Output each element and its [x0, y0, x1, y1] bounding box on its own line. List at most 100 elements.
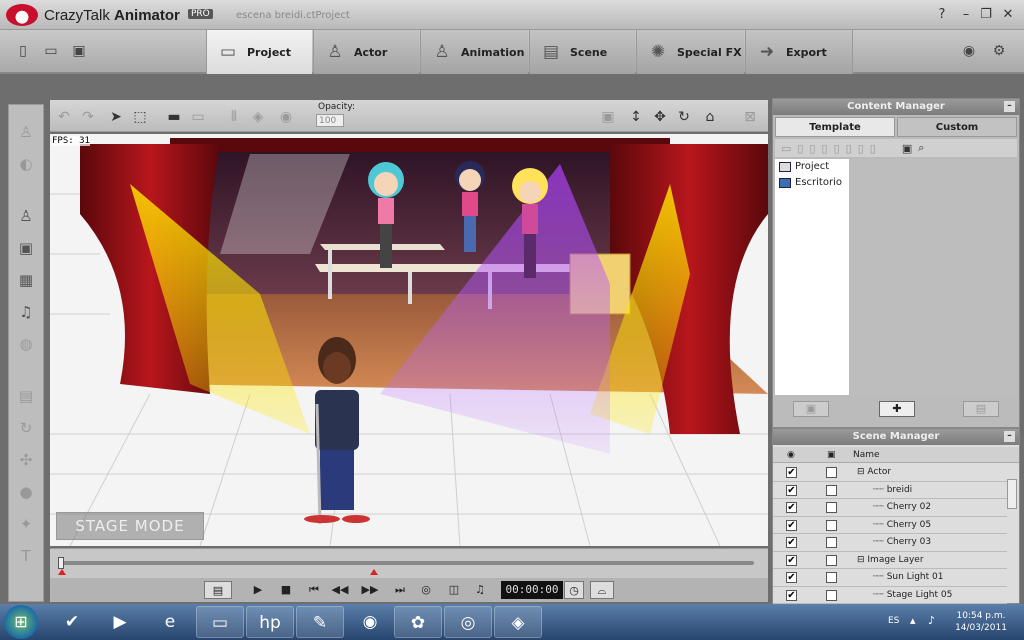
home-icon[interactable]: ⌂ [700, 107, 720, 127]
tab-project[interactable]: ▭ Project [206, 30, 312, 74]
media-player-icon[interactable]: ▶ [96, 606, 144, 638]
tab-actor[interactable]: ♙ Actor [313, 30, 419, 74]
move-all-icon[interactable]: ✥ [650, 107, 670, 127]
chrome-icon[interactable]: ◎ [444, 606, 492, 638]
scene-row[interactable]: ✔ ┈┈ breidi [773, 482, 1007, 499]
end-marker-icon[interactable] [370, 569, 378, 575]
camera-icon[interactable]: ▣ [598, 107, 618, 127]
thumbnail-view-icon[interactable]: ▣ [902, 142, 912, 155]
speech-icon[interactable]: ◍ [13, 331, 39, 357]
scrollbar-thumb[interactable] [1007, 479, 1017, 509]
scene-row[interactable]: ✔ ┈┈ Cherry 02 [773, 499, 1007, 517]
import-icon[interactable]: ▯ [846, 142, 852, 155]
stage-mode-button[interactable]: STAGE MODE [56, 512, 204, 540]
render-settings-icon[interactable]: ⌓ [590, 581, 614, 599]
new-file-icon[interactable]: ▯ [14, 42, 32, 60]
music-note-icon[interactable]: ♫ [470, 581, 490, 599]
crazytalk-taskbar-icon[interactable]: ◈ [494, 606, 542, 638]
search-icon[interactable]: ⌕ [918, 141, 924, 155]
tab-animation[interactable]: ♙ Animation [420, 30, 528, 74]
load-icon[interactable]: ▣ [793, 401, 829, 417]
collapse-icon[interactable]: – [1004, 431, 1015, 442]
lock-checkbox[interactable] [826, 484, 837, 496]
puppet-icon[interactable]: ✣ [13, 447, 39, 473]
actor-pose-icon[interactable]: ♙ [13, 119, 39, 145]
scene-row[interactable]: ✔ ┈┈ Stage Light 05 [773, 587, 1007, 604]
tab-scene[interactable]: ▤ Scene [529, 30, 635, 74]
lock-checkbox[interactable] [826, 502, 837, 513]
lock-checkbox[interactable] [826, 554, 837, 566]
visibility-checkbox[interactable]: ✔ [786, 589, 797, 601]
add-content-button[interactable]: ✚ [879, 401, 915, 417]
start-button[interactable]: ⊞ [4, 605, 38, 639]
portrait-icon[interactable]: ▣ [13, 235, 39, 261]
messenger-icon[interactable]: ✿ [394, 606, 442, 638]
scene-row[interactable]: ✔ ┈┈ Cherry 05 [773, 517, 1007, 534]
folder-icon[interactable]: ▭ [781, 142, 791, 155]
restore-button[interactable]: ❐ [976, 6, 996, 24]
text-icon[interactable]: T [13, 543, 39, 569]
tab-export[interactable]: ➜ Export [745, 30, 853, 74]
align-icon[interactable]: ⫴ [224, 107, 244, 127]
replace-icon[interactable]: ▤ [963, 401, 999, 417]
firefox-icon[interactable]: ◉ [346, 606, 394, 638]
timeline-track[interactable] [58, 561, 754, 565]
tab-custom[interactable]: Custom [897, 117, 1017, 137]
delete-icon[interactable]: ▯ [822, 142, 828, 155]
motion-icon[interactable]: ↻ [13, 415, 39, 441]
layers-icon[interactable]: ▦ [13, 267, 39, 293]
paste-icon[interactable]: ▯ [809, 142, 815, 155]
undo-icon[interactable]: ↶ [54, 107, 74, 127]
open-folder-icon[interactable]: ▭ [42, 42, 60, 60]
lock-checkbox[interactable] [826, 589, 837, 601]
visibility-checkbox[interactable]: ✔ [786, 519, 797, 531]
bone-icon[interactable]: ✦ [13, 511, 39, 537]
internet-explorer-icon[interactable]: e [146, 606, 194, 638]
redo-icon[interactable]: ↷ [78, 107, 98, 127]
figure-icon[interactable]: ♙ [13, 203, 39, 229]
music-icon[interactable]: ♫ [13, 299, 39, 325]
transform-icon[interactable]: ⬚ [130, 107, 150, 127]
close-button[interactable]: ✕ [998, 6, 1018, 24]
rotate-icon[interactable]: ↻ [674, 107, 694, 127]
save-icon[interactable]: ▣ [70, 42, 88, 60]
move-vertical-icon[interactable]: ↕ [626, 107, 646, 127]
select-arrow-icon[interactable]: ➤ [106, 107, 126, 127]
stop-icon[interactable]: ■ [276, 581, 296, 599]
collapse-icon[interactable]: – [1004, 101, 1015, 112]
record-icon[interactable]: ● [13, 479, 39, 505]
taskbar-app-icon[interactable]: ✔ [48, 606, 96, 638]
layer-front-icon[interactable]: ▬ [164, 107, 184, 127]
next-frame-icon[interactable]: ⏭ [390, 581, 410, 599]
face-icon[interactable]: ◐ [13, 151, 39, 177]
clock-icon[interactable]: ◷ [564, 581, 584, 599]
tools-icon[interactable]: ✎ [296, 606, 344, 638]
file-explorer-icon[interactable]: ▭ [196, 606, 244, 638]
fit-view-icon[interactable]: ⊠ [740, 107, 760, 127]
timeline-toggle-icon[interactable]: ▤ [204, 581, 232, 599]
tree-item-escritorio[interactable]: Escritorio [775, 175, 849, 191]
language-indicator[interactable]: ES [888, 616, 899, 626]
volume-icon[interactable]: ♪ [928, 614, 935, 627]
lock-checkbox[interactable] [826, 467, 837, 478]
system-clock[interactable]: 10:54 p.m. 14/03/2011 [952, 610, 1010, 634]
speech-bubble-icon[interactable]: ◫ [444, 581, 464, 599]
stage-viewport[interactable]: FPS: 31 STAGE MODE [50, 134, 768, 546]
gear-icon[interactable]: ⚙ [990, 42, 1008, 60]
opacity-input[interactable]: 100 [316, 114, 344, 127]
lock-checkbox[interactable] [826, 572, 837, 583]
scene-row[interactable]: ✔ ┈┈ Cherry 03 [773, 534, 1007, 552]
render-icon[interactable]: ◉ [960, 42, 978, 60]
refresh-icon[interactable]: ▯ [870, 142, 876, 155]
export-icon[interactable]: ▯ [858, 142, 864, 155]
scene-row[interactable]: ✔ ⊟ Image Layer [773, 552, 1007, 569]
timeline-scrubber[interactable] [58, 557, 64, 569]
visibility-checkbox[interactable]: ✔ [786, 467, 797, 478]
layer-back-icon[interactable]: ▭ [188, 107, 208, 127]
tray-arrow-icon[interactable]: ▴ [910, 614, 916, 627]
previous-frame-icon[interactable]: ⏮ [304, 581, 324, 599]
visibility-checkbox[interactable]: ✔ [786, 537, 797, 548]
help-button[interactable]: ? [932, 6, 952, 24]
tab-special-fx[interactable]: ✺ Special FX [636, 30, 744, 74]
start-marker-icon[interactable] [58, 569, 66, 575]
